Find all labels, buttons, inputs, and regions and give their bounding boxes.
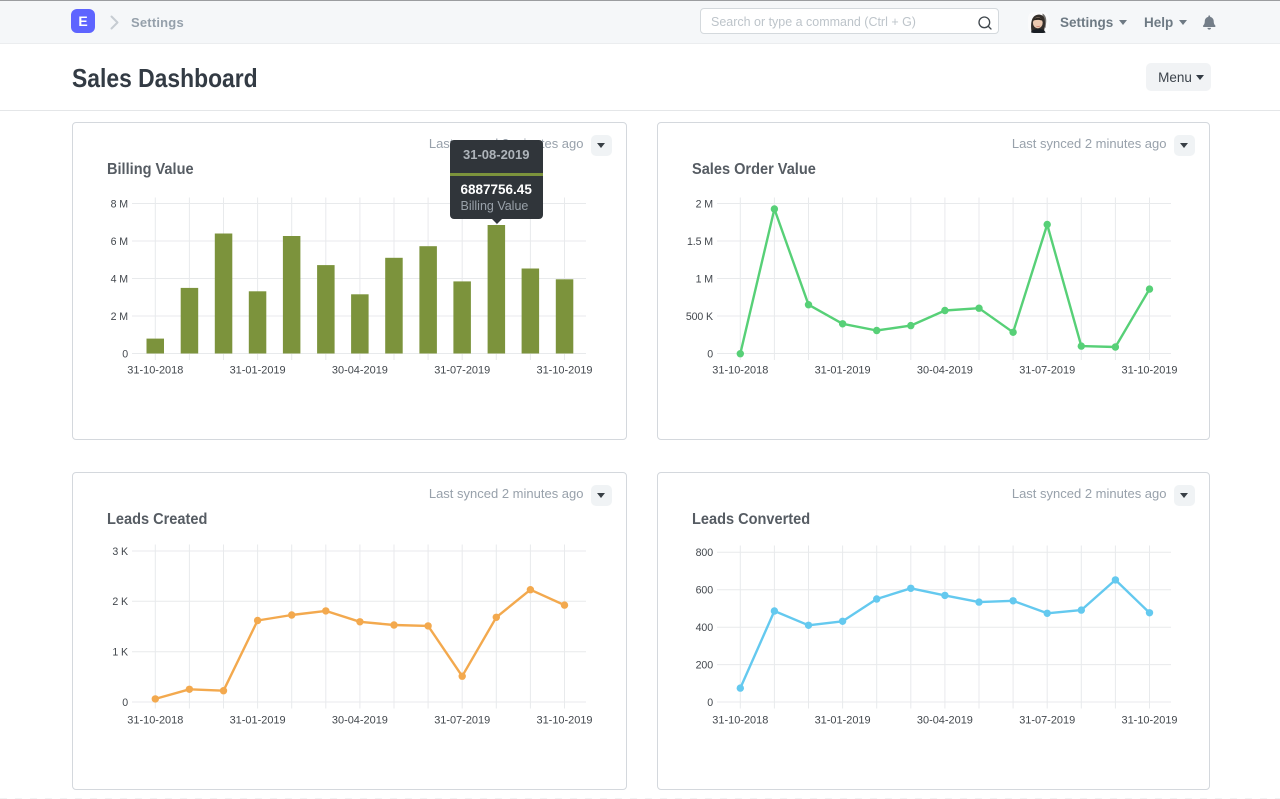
svg-text:400: 400 <box>696 622 714 634</box>
svg-text:31-07-2019: 31-07-2019 <box>1019 715 1075 727</box>
svg-text:0: 0 <box>122 697 128 709</box>
svg-text:0: 0 <box>707 348 713 360</box>
svg-text:31-10-2019: 31-10-2019 <box>537 365 593 377</box>
svg-text:31-10-2018: 31-10-2018 <box>712 365 768 377</box>
svg-text:31-10-2018: 31-10-2018 <box>712 715 768 727</box>
svg-text:31-10-2018: 31-10-2018 <box>127 715 183 727</box>
svg-text:6 M: 6 M <box>111 236 128 248</box>
svg-text:31-10-2018: 31-10-2018 <box>127 365 183 377</box>
svg-text:200: 200 <box>696 659 714 671</box>
svg-text:0: 0 <box>707 697 713 709</box>
svg-text:2 K: 2 K <box>112 596 128 608</box>
svg-text:8 M: 8 M <box>111 198 128 210</box>
svg-text:2 M: 2 M <box>696 198 713 210</box>
svg-text:2 M: 2 M <box>111 311 128 323</box>
svg-text:31-01-2019: 31-01-2019 <box>815 715 871 727</box>
svg-text:31-07-2019: 31-07-2019 <box>434 715 490 727</box>
svg-text:31-07-2019: 31-07-2019 <box>1019 365 1075 377</box>
svg-text:31-01-2019: 31-01-2019 <box>230 715 286 727</box>
svg-text:30-04-2019: 30-04-2019 <box>917 715 973 727</box>
svg-text:31-10-2019: 31-10-2019 <box>1122 365 1178 377</box>
svg-text:1 K: 1 K <box>112 647 128 659</box>
svg-text:4 M: 4 M <box>111 273 128 285</box>
svg-text:1.5 M: 1.5 M <box>687 236 713 248</box>
svg-text:0: 0 <box>122 348 128 360</box>
svg-text:3 K: 3 K <box>112 546 128 558</box>
svg-text:800: 800 <box>696 547 714 559</box>
svg-text:31-07-2019: 31-07-2019 <box>434 365 490 377</box>
svg-text:30-04-2019: 30-04-2019 <box>917 365 973 377</box>
svg-text:600: 600 <box>696 585 714 597</box>
svg-text:31-01-2019: 31-01-2019 <box>230 365 286 377</box>
svg-text:31-01-2019: 31-01-2019 <box>815 365 871 377</box>
svg-text:31-10-2019: 31-10-2019 <box>537 715 593 727</box>
svg-text:30-04-2019: 30-04-2019 <box>332 365 388 377</box>
svg-text:30-04-2019: 30-04-2019 <box>332 715 388 727</box>
svg-text:31-10-2019: 31-10-2019 <box>1122 715 1178 727</box>
svg-text:500 K: 500 K <box>686 311 713 323</box>
svg-text:1 M: 1 M <box>696 273 713 285</box>
